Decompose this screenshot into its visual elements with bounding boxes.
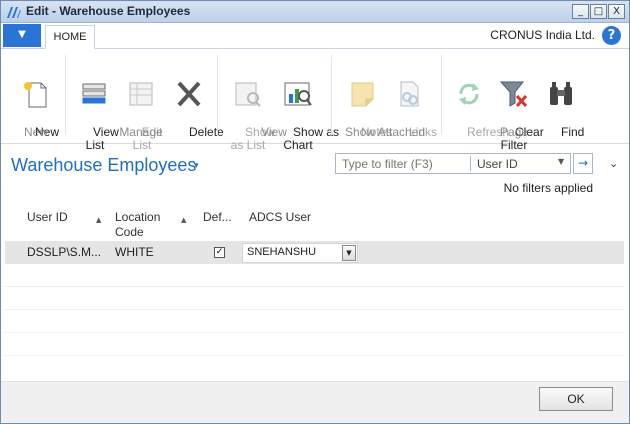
ribbon: New New View List Edit List Delete Manag… <box>1 49 629 152</box>
filter-divider <box>470 156 471 171</box>
filter-field-dropdown-icon[interactable]: ▼ <box>558 157 564 166</box>
group-label-page: Page <box>499 125 529 139</box>
group-label-manage: Manage <box>119 125 163 139</box>
company-name[interactable]: CRONUS India Ltd. <box>490 28 595 42</box>
column-header-default[interactable]: Def... <box>203 210 232 225</box>
cell-user-id[interactable]: DSSLP\S.M... <box>27 245 101 259</box>
show-as-chart-button[interactable]: Show as Chart <box>273 53 339 165</box>
filter-field-select[interactable]: User ID <box>477 157 518 171</box>
column-header-adcs-user[interactable]: ADCS User <box>249 210 311 225</box>
dialog-window: Edit - Warehouse Employees _ □ X ▼ HOME … <box>0 0 630 424</box>
ribbon-divider <box>331 55 332 135</box>
ribbon-divider <box>65 55 66 135</box>
cell-location-code[interactable]: WHITE <box>115 245 154 259</box>
show-as-list-icon <box>235 82 261 107</box>
ribbon-divider <box>217 55 218 135</box>
adcs-user-dropdown-icon[interactable]: ▼ <box>342 245 356 261</box>
dynamics-logo-icon <box>7 7 21 18</box>
minimize-button[interactable]: _ <box>572 4 589 19</box>
dialog-footer <box>1 381 629 423</box>
group-label-show-attached: Show Attached <box>344 125 426 139</box>
group-label-view: View <box>261 125 287 139</box>
help-icon[interactable]: ? <box>602 26 621 45</box>
empty-row-divider <box>5 355 624 356</box>
filter-status: No filters applied <box>503 181 593 195</box>
edit-list-button[interactable]: Edit List <box>121 53 163 165</box>
page-title[interactable]: Warehouse Employees <box>11 155 196 176</box>
application-menu-button[interactable]: ▼ <box>3 24 41 47</box>
collapse-filter-icon[interactable]: ⌄ <box>609 157 618 170</box>
sort-arrow-icon: ▲ <box>181 216 187 224</box>
binoculars-icon <box>550 82 572 105</box>
window-title: Edit - Warehouse Employees <box>26 4 191 18</box>
close-button[interactable]: X <box>608 4 625 19</box>
clear-filter-icon <box>499 81 528 108</box>
edit-list-icon <box>129 82 153 106</box>
sort-arrow-icon: ▲ <box>96 216 102 224</box>
adcs-user-field[interactable]: SNEHANSHU ▼ <box>242 243 358 263</box>
tab-home[interactable]: HOME <box>45 25 95 49</box>
filter-bar: User ID ▼ <box>335 153 571 174</box>
refresh-icon <box>459 83 479 105</box>
links-icon <box>400 81 419 107</box>
delete-icon <box>177 81 201 107</box>
page-title-dropdown-icon[interactable]: ▾ <box>194 161 199 171</box>
clear-filter-button[interactable]: Clear Filter <box>495 53 544 165</box>
adcs-user-value: SNEHANSHU <box>247 246 317 258</box>
new-document-icon <box>24 82 47 108</box>
ok-button[interactable]: OK <box>539 387 613 411</box>
default-checkbox[interactable]: ✓ <box>214 247 225 258</box>
column-header-user-id[interactable]: User ID <box>27 210 68 225</box>
ribbon-divider <box>441 55 442 135</box>
maximize-button[interactable]: □ <box>590 4 607 19</box>
group-label-new: New <box>23 125 48 139</box>
notes-icon <box>351 82 374 107</box>
empty-row-divider <box>5 309 624 310</box>
show-as-chart-icon <box>284 82 312 106</box>
empty-row-divider <box>5 286 624 287</box>
apply-filter-button[interactable]: → <box>573 153 593 174</box>
title-bar: Edit - Warehouse Employees _ □ X <box>1 1 629 23</box>
column-header-location-code[interactable]: Location Code <box>115 210 160 240</box>
view-list-button[interactable]: View List <box>73 53 119 165</box>
filter-input[interactable] <box>342 156 466 171</box>
show-as-list-button[interactable]: Show as List <box>225 53 275 165</box>
view-list-icon <box>82 83 106 104</box>
empty-row-divider <box>5 332 624 333</box>
ribbon-tab-bar: ▼ HOME CRONUS India Ltd. ? <box>1 23 629 49</box>
